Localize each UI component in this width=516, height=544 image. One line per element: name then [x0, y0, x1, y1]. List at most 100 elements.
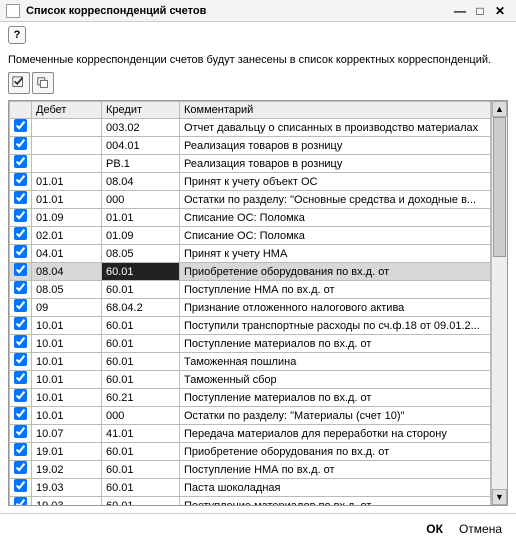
cancel-button[interactable]: Отмена [455, 520, 506, 538]
debit-cell[interactable] [32, 119, 102, 137]
debit-cell[interactable] [32, 155, 102, 173]
row-checkbox[interactable] [14, 155, 27, 168]
comment-cell[interactable]: Поступили транспортные расходы по сч.ф.1… [180, 317, 491, 335]
comment-cell[interactable]: Принят к учету объект ОС [180, 173, 491, 191]
comment-cell[interactable]: Признание отложенного налогового актива [180, 299, 491, 317]
credit-cell[interactable]: 60.01 [102, 461, 180, 479]
help-button[interactable]: ? [8, 26, 26, 44]
comment-cell[interactable]: Поступление материалов по вх.д. от [180, 497, 491, 506]
table-row[interactable]: 003.02Отчет давальцу о списанных в произ… [10, 119, 491, 137]
table-row[interactable]: 01.0901.01Списание ОС: Поломка [10, 209, 491, 227]
credit-cell[interactable]: 60.21 [102, 389, 180, 407]
credit-cell[interactable]: 60.01 [102, 317, 180, 335]
comment-cell[interactable]: Списание ОС: Поломка [180, 209, 491, 227]
debit-cell[interactable]: 10.01 [32, 371, 102, 389]
row-checkbox[interactable] [14, 443, 27, 456]
scroll-down-arrow[interactable]: ▼ [492, 489, 507, 505]
credit-cell[interactable]: 08.05 [102, 245, 180, 263]
comment-cell[interactable]: Таможенный сбор [180, 371, 491, 389]
comment-cell[interactable]: Поступление НМА по вх.д. от [180, 281, 491, 299]
comment-cell[interactable]: Паста шоколадная [180, 479, 491, 497]
row-checkbox[interactable] [14, 299, 27, 312]
scroll-thumb[interactable] [493, 117, 506, 257]
row-checkbox-cell[interactable] [10, 407, 32, 425]
debit-cell[interactable]: 10.01 [32, 407, 102, 425]
debit-cell[interactable]: 08.05 [32, 281, 102, 299]
minimize-button[interactable]: — [450, 3, 470, 19]
row-checkbox-cell[interactable] [10, 317, 32, 335]
row-checkbox[interactable] [14, 371, 27, 384]
row-checkbox-cell[interactable] [10, 173, 32, 191]
table-row[interactable]: 10.0160.21Поступление материалов по вх.д… [10, 389, 491, 407]
col-debit[interactable]: Дебет [32, 102, 102, 119]
table-row[interactable]: 08.0460.01Приобретение оборудования по в… [10, 263, 491, 281]
debit-cell[interactable]: 04.01 [32, 245, 102, 263]
credit-cell[interactable]: 000 [102, 407, 180, 425]
table-row[interactable]: 02.0101.09Списание ОС: Поломка [10, 227, 491, 245]
row-checkbox-cell[interactable] [10, 353, 32, 371]
table-row[interactable]: 10.0160.01Поступление материалов по вх.д… [10, 335, 491, 353]
debit-cell[interactable]: 19.01 [32, 443, 102, 461]
col-credit[interactable]: Кредит [102, 102, 180, 119]
table-row[interactable]: 004.01Реализация товаров в розницу [10, 137, 491, 155]
table-row[interactable]: 19.0360.01Паста шоколадная [10, 479, 491, 497]
row-checkbox-cell[interactable] [10, 443, 32, 461]
table-row[interactable]: 19.0160.01Приобретение оборудования по в… [10, 443, 491, 461]
credit-cell[interactable]: 08.04 [102, 173, 180, 191]
row-checkbox-cell[interactable] [10, 371, 32, 389]
comment-cell[interactable]: Таможенная пошлина [180, 353, 491, 371]
credit-cell[interactable]: РВ.1 [102, 155, 180, 173]
table-row[interactable]: 01.0108.04Принят к учету объект ОС [10, 173, 491, 191]
comment-cell[interactable]: Приобретение оборудования по вх.д. от [180, 443, 491, 461]
table-row[interactable]: 10.0741.01Передача материалов для перера… [10, 425, 491, 443]
row-checkbox-cell[interactable] [10, 299, 32, 317]
debit-cell[interactable]: 01.01 [32, 191, 102, 209]
comment-cell[interactable]: Отчет давальцу о списанных в производств… [180, 119, 491, 137]
ok-button[interactable]: ОК [422, 520, 447, 538]
credit-cell[interactable]: 000 [102, 191, 180, 209]
row-checkbox[interactable] [14, 335, 27, 348]
debit-cell[interactable]: 01.09 [32, 209, 102, 227]
table-row[interactable]: 19.0260.01Поступление НМА по вх.д. от [10, 461, 491, 479]
debit-cell[interactable]: 19.02 [32, 461, 102, 479]
comment-cell[interactable]: Приобретение оборудования по вх.д. от [180, 263, 491, 281]
debit-cell[interactable]: 19.03 [32, 497, 102, 506]
close-button[interactable]: ✕ [490, 3, 510, 19]
table-row[interactable]: 04.0108.05Принят к учету НМА [10, 245, 491, 263]
debit-cell[interactable]: 10.01 [32, 353, 102, 371]
copy-button[interactable] [32, 72, 54, 94]
col-check[interactable] [10, 102, 32, 119]
row-checkbox-cell[interactable] [10, 137, 32, 155]
debit-cell[interactable]: 01.01 [32, 173, 102, 191]
comment-cell[interactable]: Реализация товаров в розницу [180, 137, 491, 155]
table-row[interactable]: 19.0360.01Поступление материалов по вх.д… [10, 497, 491, 506]
row-checkbox-cell[interactable] [10, 461, 32, 479]
table-row[interactable]: 10.0160.01Поступили транспортные расходы… [10, 317, 491, 335]
debit-cell[interactable]: 08.04 [32, 263, 102, 281]
row-checkbox-cell[interactable] [10, 425, 32, 443]
row-checkbox-cell[interactable] [10, 227, 32, 245]
table-row[interactable]: 10.01000Остатки по разделу: "Материалы (… [10, 407, 491, 425]
row-checkbox[interactable] [14, 173, 27, 186]
row-checkbox-cell[interactable] [10, 479, 32, 497]
row-checkbox[interactable] [14, 281, 27, 294]
credit-cell[interactable]: 60.01 [102, 353, 180, 371]
row-checkbox-cell[interactable] [10, 263, 32, 281]
row-checkbox[interactable] [14, 407, 27, 420]
row-checkbox-cell[interactable] [10, 209, 32, 227]
row-checkbox[interactable] [14, 389, 27, 402]
row-checkbox[interactable] [14, 461, 27, 474]
row-checkbox[interactable] [14, 191, 27, 204]
credit-cell[interactable]: 68.04.2 [102, 299, 180, 317]
row-checkbox[interactable] [14, 353, 27, 366]
row-checkbox[interactable] [14, 479, 27, 492]
table-row[interactable]: РВ.1Реализация товаров в розницу [10, 155, 491, 173]
table-row[interactable]: 01.01000Остатки по разделу: "Основные ср… [10, 191, 491, 209]
row-checkbox[interactable] [14, 227, 27, 240]
credit-cell[interactable]: 60.01 [102, 281, 180, 299]
row-checkbox[interactable] [14, 209, 27, 222]
scroll-track[interactable] [492, 117, 507, 489]
comment-cell[interactable]: Списание ОС: Поломка [180, 227, 491, 245]
maximize-button[interactable]: □ [470, 3, 490, 19]
credit-cell[interactable]: 60.01 [102, 335, 180, 353]
